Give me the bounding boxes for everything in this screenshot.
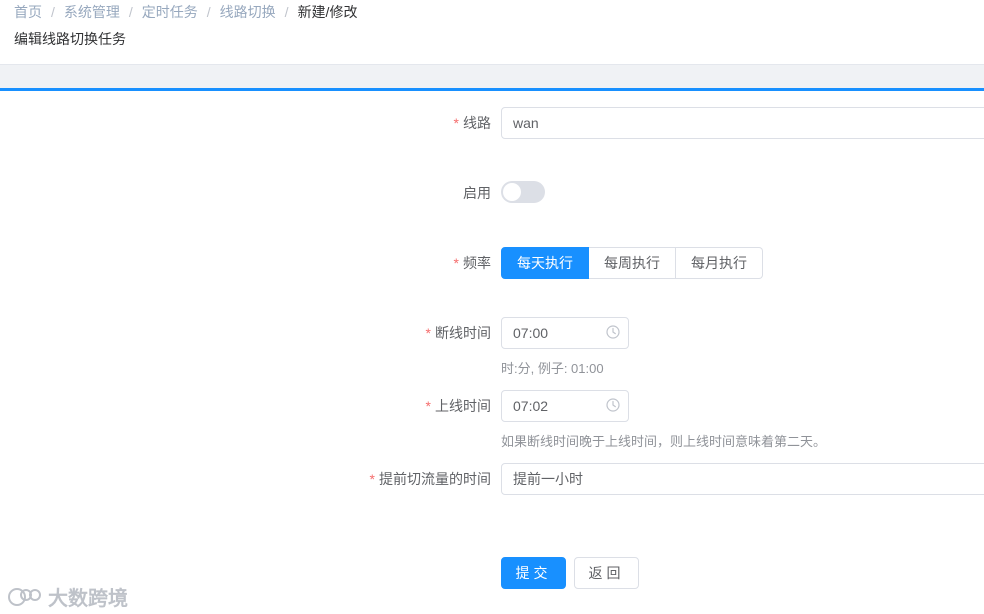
watermark: 大数跨境: [8, 582, 128, 611]
watermark-logo-icon: [8, 587, 41, 606]
line-input-value: wan: [513, 115, 539, 131]
back-button[interactable]: 返回: [574, 557, 639, 589]
breadcrumb-scheduled-tasks[interactable]: 定时任务: [142, 4, 198, 20]
disconnect-time-hint: 时:分, 例子: 01:00: [501, 361, 604, 376]
enabled-label: 启用: [463, 183, 491, 203]
disconnect-time-picker[interactable]: 07:00: [501, 317, 629, 349]
breadcrumb-line-switch[interactable]: 线路切换: [220, 4, 276, 20]
required-asterisk: *: [369, 471, 375, 487]
page-title: 编辑线路切换任务: [14, 31, 126, 47]
online-time-picker[interactable]: 07:02: [501, 390, 629, 422]
required-asterisk: *: [453, 115, 459, 131]
accent-line: [0, 88, 984, 91]
online-time-value: 07:02: [513, 398, 549, 414]
advance-switch-value: 提前一小时: [513, 471, 583, 487]
frequency-radio-group: 每天执行 每周执行 每月执行: [501, 247, 763, 279]
disconnect-time-value: 07:00: [513, 325, 549, 341]
required-asterisk: *: [425, 325, 431, 341]
breadcrumb-system-management[interactable]: 系统管理: [64, 4, 120, 20]
online-time-label: * 上线时间: [426, 396, 491, 416]
frequency-weekly-button[interactable]: 每周执行: [589, 247, 676, 279]
breadcrumb-home[interactable]: 首页: [14, 4, 42, 20]
clock-icon: [606, 398, 620, 412]
breadcrumb-current: 新建/修改: [297, 4, 358, 20]
breadcrumb-separator: /: [51, 4, 55, 20]
online-time-hint: 如果断线时间晚于上线时间，则上线时间意味着第二天。: [501, 434, 827, 449]
breadcrumb: 首页 / 系统管理 / 定时任务 / 线路切换 / 新建/修改: [14, 2, 357, 22]
frequency-label: * 频率: [454, 253, 491, 273]
enabled-switch[interactable]: [501, 181, 545, 203]
disconnect-time-label-text: 断线时间: [435, 325, 491, 341]
online-time-label-text: 上线时间: [435, 398, 491, 414]
advance-switch-select[interactable]: 提前一小时: [501, 463, 984, 495]
line-label-text: 线路: [463, 115, 491, 131]
frequency-label-text: 频率: [463, 255, 491, 271]
required-asterisk: *: [425, 398, 431, 414]
frequency-monthly-button[interactable]: 每月执行: [676, 247, 763, 279]
breadcrumb-separator: /: [206, 4, 211, 20]
line-label: * 线路: [454, 113, 491, 133]
breadcrumb-separator: /: [284, 4, 289, 20]
breadcrumb-separator: /: [128, 4, 133, 20]
clock-icon: [606, 325, 620, 339]
header-divider-band: [0, 64, 984, 90]
disconnect-time-label: * 断线时间: [426, 323, 491, 343]
required-asterisk: *: [453, 255, 459, 271]
enabled-label-text: 启用: [463, 185, 491, 201]
switch-knob: [503, 183, 521, 201]
submit-button[interactable]: 提交: [501, 557, 566, 589]
advance-switch-label: * 提前切流量的时间: [370, 469, 491, 489]
frequency-daily-button[interactable]: 每天执行: [501, 247, 589, 279]
watermark-text: 大数跨境: [48, 588, 128, 610]
advance-switch-label-text: 提前切流量的时间: [379, 471, 491, 487]
line-input[interactable]: wan: [501, 107, 984, 139]
